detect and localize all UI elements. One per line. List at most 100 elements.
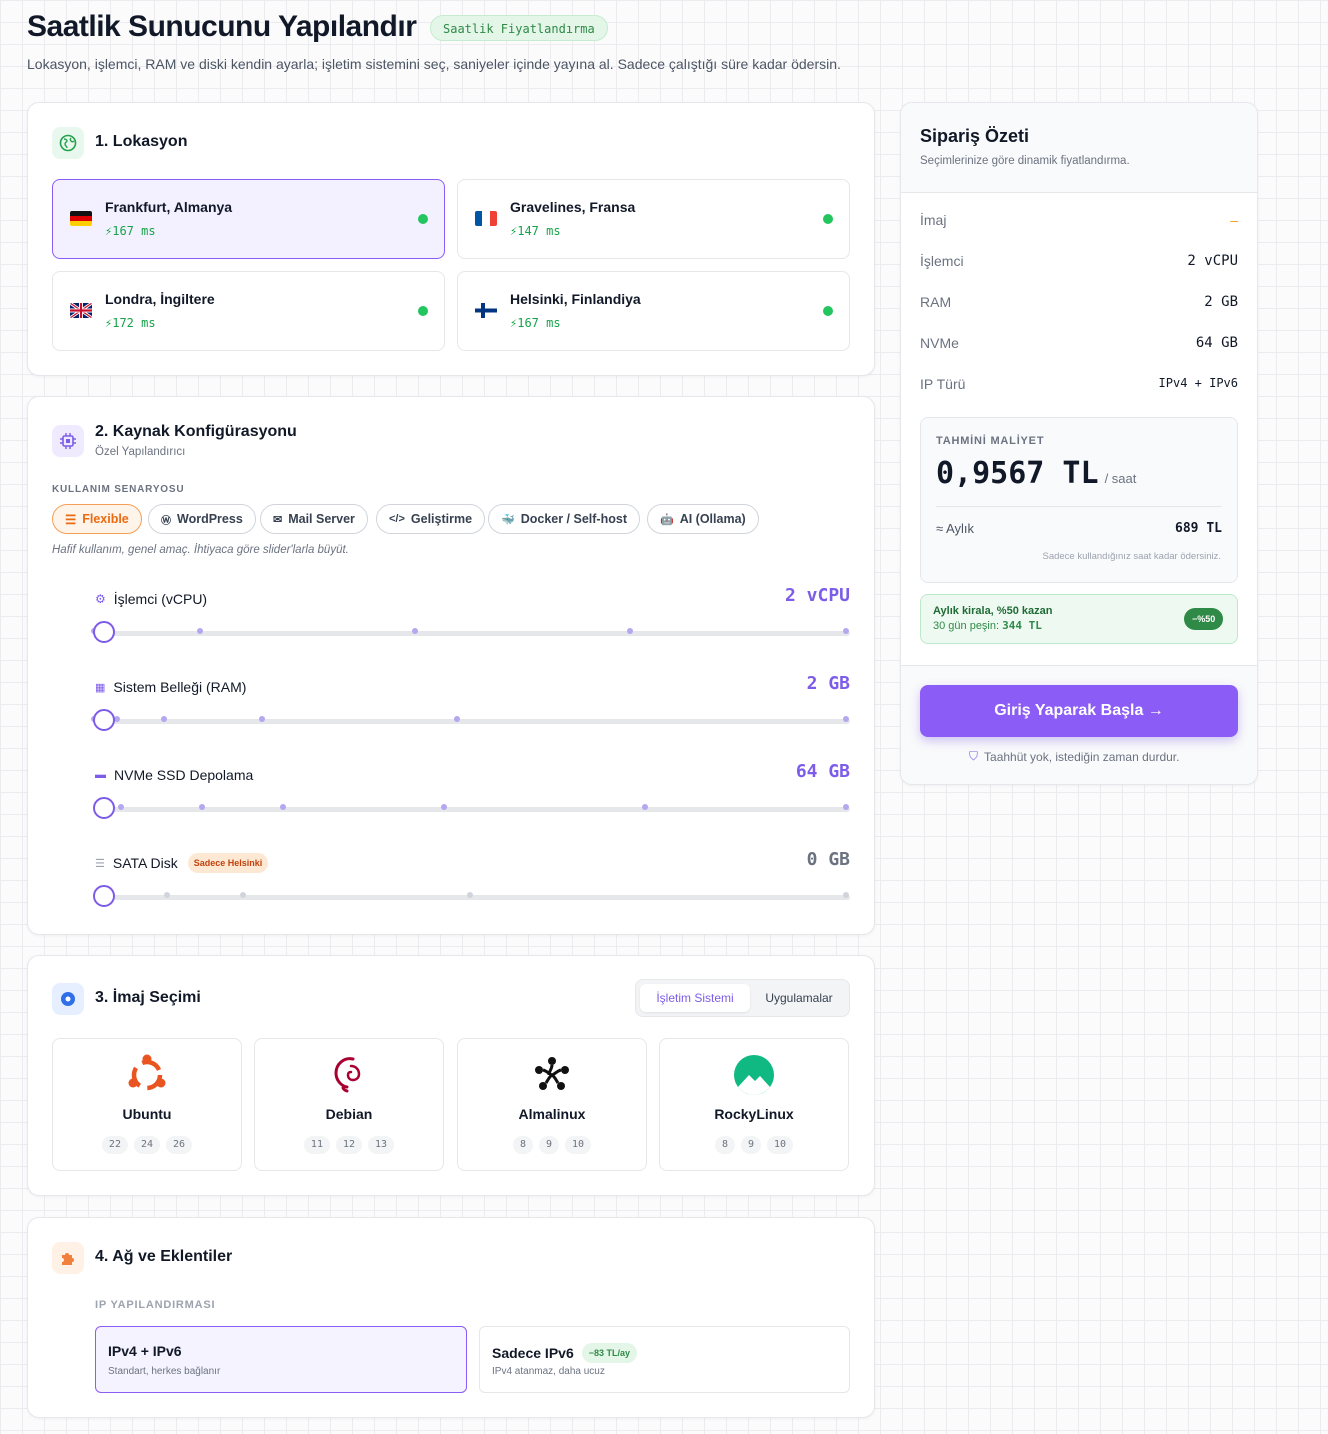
promo-badge: −%50 (1184, 608, 1224, 630)
cpu-slider-handle[interactable] (93, 621, 115, 643)
sata-slider-handle[interactable] (93, 885, 115, 907)
os-version[interactable]: 24 (133, 1136, 161, 1154)
image-type-tabs: İşletim Sistemi Uygulamalar (635, 979, 850, 1017)
location-name: Frankfurt, Almanya (105, 199, 233, 215)
os-option-debian[interactable]: Debian 11 12 13 (254, 1038, 444, 1171)
globe-icon (52, 127, 84, 159)
rockylinux-logo-icon (660, 1053, 848, 1097)
summary-row-cpu: İşlemci 2 vCPU (920, 253, 1238, 269)
os-version[interactable]: 11 (303, 1136, 330, 1154)
os-name: RockyLinux (714, 1106, 794, 1122)
sata-slider[interactable] (93, 885, 850, 907)
debian-logo-icon (255, 1053, 443, 1097)
cpu-slider-label: ⚙ İşlemci (vCPU) (95, 591, 208, 607)
ip-option-desc: IPv4 atanmaz, daha ucuz (492, 1366, 605, 1377)
os-version[interactable]: 8 (714, 1136, 735, 1154)
wordpress-icon: Ⓦ (161, 515, 171, 527)
os-version[interactable]: 8 (512, 1136, 533, 1154)
scenario-development[interactable]: </> Geliştirme (376, 504, 486, 534)
ram-slider-label: ▦ Sistem Belleği (RAM) (95, 679, 247, 695)
location-name: Gravelines, Fransa (510, 199, 636, 215)
os-option-ubuntu[interactable]: Ubuntu 22 24 26 (52, 1038, 242, 1171)
memory-icon: ▦ (95, 681, 106, 694)
docker-icon: 🐳 (501, 513, 515, 526)
location-name: Helsinki, Finlandiya (510, 291, 641, 307)
nvme-slider-handle[interactable] (93, 797, 115, 819)
os-version[interactable]: 13 (368, 1136, 395, 1154)
finland-flag-icon (475, 303, 497, 318)
nvme-slider[interactable] (93, 797, 850, 819)
resources-title: 2. Kaynak Konfigürasyonu (95, 423, 297, 440)
login-start-button[interactable]: Giriş Yaparak Başla → (920, 685, 1238, 737)
ram-slider[interactable] (91, 709, 850, 731)
os-version[interactable]: 10 (565, 1136, 592, 1154)
cpu-slider-value: 2 vCPU (784, 585, 850, 606)
ip-option-title: IPv4 + IPv6 (108, 1343, 182, 1359)
location-title: 1. Lokasyon (95, 133, 188, 150)
os-option-rockylinux[interactable]: RockyLinux 8 9 10 (659, 1038, 849, 1171)
os-name: Debian (325, 1106, 373, 1122)
summary-row-nvme: NVMe 64 GB (920, 335, 1238, 351)
page-title: Saatlik Sunucunu Yapılandır (27, 10, 417, 43)
os-version[interactable]: 12 (335, 1136, 363, 1154)
page-subtitle: Lokasyon, işlemci, RAM ve diski kendin a… (27, 56, 841, 72)
disc-icon (52, 983, 84, 1015)
mail-icon: ✉ (273, 513, 283, 526)
ip-option-dual-stack[interactable]: IPv4 + IPv6 Standart, herkes bağlanır (95, 1326, 467, 1393)
ip-option-ipv6-only[interactable]: Sadece IPv6 −83 TL/ay IPv4 atanmaz, daha … (479, 1326, 850, 1393)
location-option-gravelines[interactable]: Gravelines, Fransa ⚡147 ms (457, 179, 850, 259)
location-option-frankfurt[interactable]: Frankfurt, Almanya ⚡167 ms (52, 179, 445, 259)
network-title: 4. Ağ ve Eklentiler (95, 1248, 233, 1265)
cpu-icon: ⚙ (95, 592, 106, 606)
status-dot (418, 214, 428, 224)
nvme-slider-value: 64 GB (795, 761, 850, 782)
scenario-docker[interactable]: 🐳 Docker / Self-host (488, 504, 640, 534)
robot-icon: 🤖 (660, 513, 674, 526)
scenario-mail-server[interactable]: ✉ Mail Server (260, 504, 368, 534)
resources-subtitle: Özel Yapılandırıcı (95, 446, 186, 458)
location-ping: ⚡167 ms (510, 316, 561, 330)
os-name: Ubuntu (122, 1106, 172, 1122)
location-option-helsinki[interactable]: Helsinki, Finlandiya ⚡167 ms (457, 271, 850, 351)
tab-applications[interactable]: Uygulamalar (752, 984, 846, 1012)
usage-note: Sadece kullandığınız saat kadar ödersini… (1042, 551, 1222, 562)
location-name: Londra, İngiltere (105, 291, 215, 307)
scenario-ai-ollama[interactable]: 🤖 AI (Ollama) (647, 504, 759, 534)
chip-icon (52, 425, 84, 457)
ip-option-title: Sadece IPv6 (492, 1345, 574, 1361)
os-option-almalinux[interactable]: Almalinux 8 9 10 (457, 1038, 647, 1171)
status-dot (418, 306, 428, 316)
discount-badge: −83 TL/ay (581, 1343, 638, 1363)
ip-option-desc: Standart, herkes bağlanır (108, 1366, 221, 1377)
os-version[interactable]: 22 (101, 1136, 128, 1154)
shield-icon: ⛉ (969, 749, 979, 763)
nvme-icon: ▬ (95, 769, 106, 781)
puzzle-icon (52, 1242, 84, 1274)
tab-operating-system[interactable]: İşletim Sistemi (640, 984, 750, 1012)
ip-config-label: IP YAPILANDIRMASI (95, 1299, 216, 1311)
scenario-wordpress[interactable]: Ⓦ WordPress (148, 504, 256, 534)
location-ping: ⚡172 ms (105, 316, 156, 330)
summary-title: Sipariş Özeti (920, 126, 1030, 146)
uk-flag-icon (70, 303, 92, 318)
list-icon: ☰ (65, 512, 77, 527)
scenario-flexible[interactable]: ☰ Flexible (52, 504, 142, 534)
sata-slider-value: 0 GB (806, 849, 850, 870)
cpu-slider[interactable] (91, 621, 850, 643)
os-version[interactable]: 9 (538, 1136, 559, 1154)
summary-subtitle: Seçimlerinize göre dinamik fiyatlandırma… (920, 155, 1130, 167)
promo-title: Aylık kirala, %50 kazan (933, 605, 1053, 617)
pricing-badge: Saatlik Fiyatlandırma (430, 15, 608, 41)
summary-row-ram: RAM 2 GB (920, 294, 1238, 310)
summary-row-image: İmaj – (920, 212, 1238, 228)
monthly-price: 689 TL (1175, 521, 1222, 536)
code-icon: </> (389, 513, 405, 525)
os-version[interactable]: 9 (740, 1136, 761, 1154)
ram-slider-handle[interactable] (93, 709, 115, 731)
commitment-note: ⛉ Taahhüt yok, istediğin zaman durdur. (969, 749, 1180, 764)
ram-slider-value: 2 GB (806, 673, 850, 694)
os-version[interactable]: 26 (166, 1136, 193, 1154)
location-option-london[interactable]: Londra, İngiltere ⚡172 ms (52, 271, 445, 351)
hourly-unit: / saat (1104, 471, 1137, 486)
os-version[interactable]: 10 (767, 1136, 794, 1154)
